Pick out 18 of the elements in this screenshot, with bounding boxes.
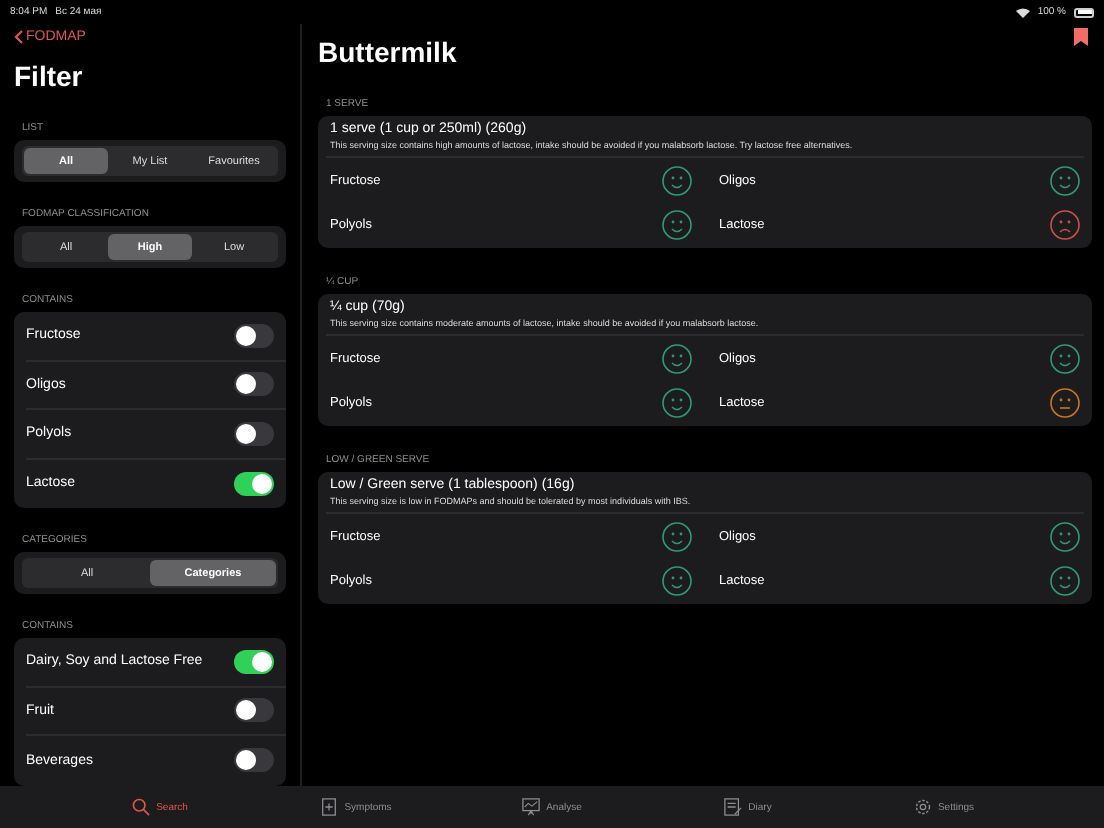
- wifi-icon: [1015, 7, 1030, 17]
- bookmark-icon[interactable]: [1074, 28, 1088, 46]
- battery-icon: [1074, 7, 1094, 17]
- toggle-switch[interactable]: [234, 748, 274, 773]
- chevron-left-icon: [14, 29, 24, 43]
- toggle-switch[interactable]: [234, 323, 274, 348]
- filter-title: Filter: [14, 60, 83, 96]
- toggle-switch[interactable]: [234, 649, 274, 674]
- gear-icon: [913, 798, 932, 816]
- chart-board-icon: [522, 798, 541, 816]
- toggle-switch[interactable]: [234, 421, 274, 446]
- clipboard-plus-icon: [320, 798, 339, 816]
- notebook-pencil-icon: [724, 798, 743, 816]
- toggle-switch[interactable]: [234, 698, 274, 723]
- food-title: Buttermilk: [318, 36, 457, 72]
- toggle-switch[interactable]: [234, 471, 274, 496]
- toggle-switch[interactable]: [234, 372, 274, 397]
- search-icon: [132, 798, 151, 816]
